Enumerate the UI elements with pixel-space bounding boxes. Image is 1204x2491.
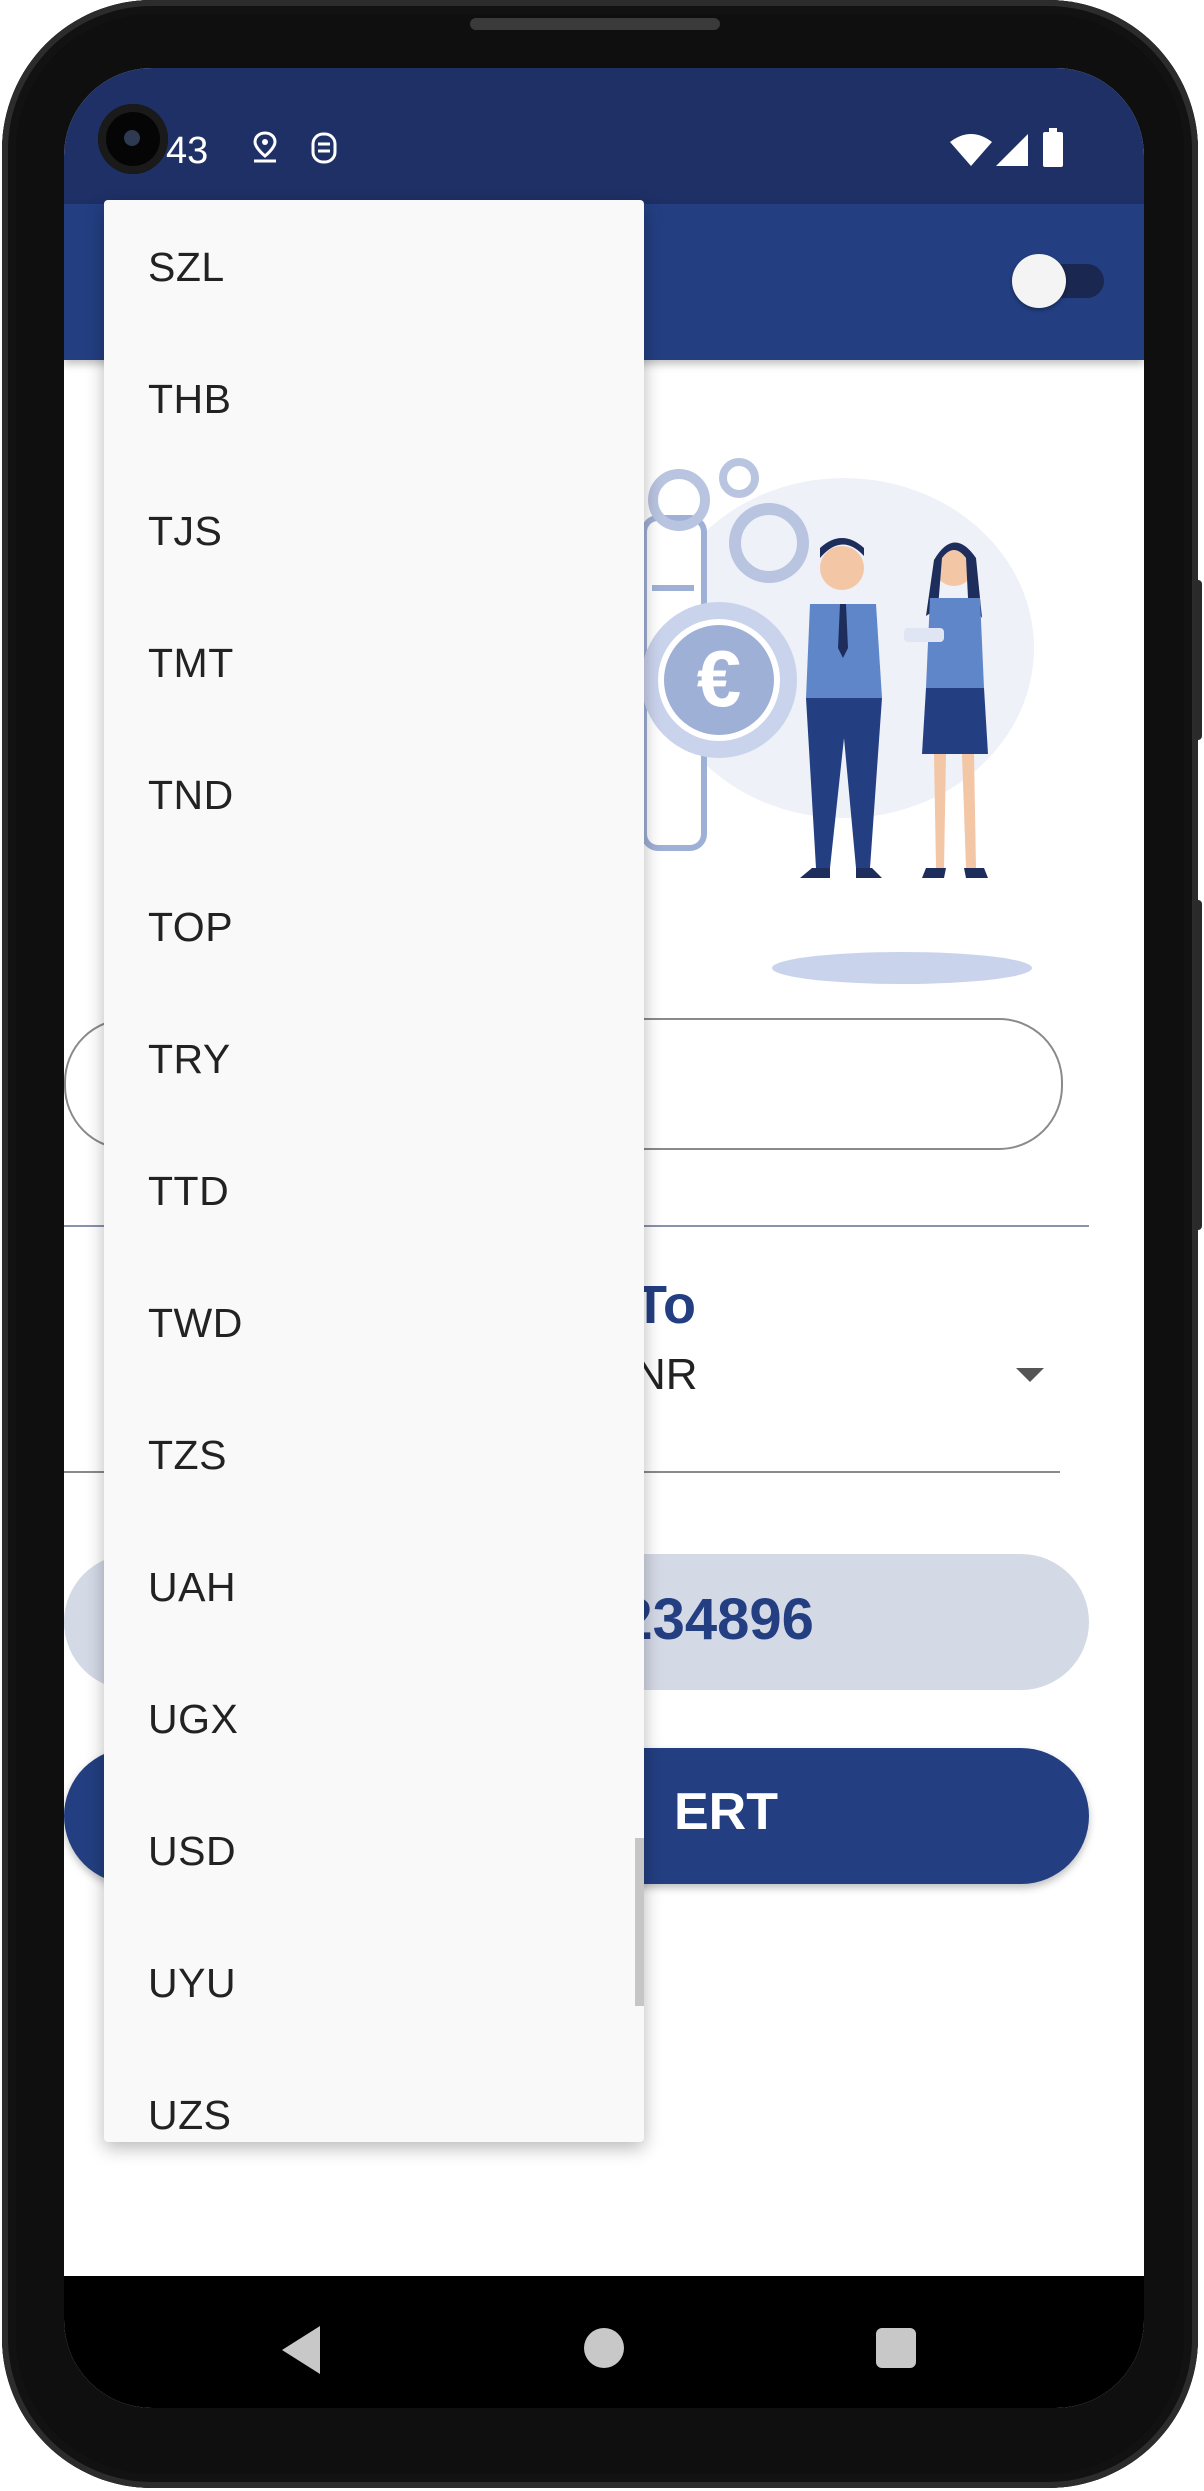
dropdown-item-label: THB [148, 376, 232, 422]
dropdown-item-tzs[interactable]: TZS [104, 1388, 644, 1520]
dropdown-scrollbar[interactable] [635, 1838, 644, 2006]
dropdown-item-label: TWD [148, 1300, 243, 1346]
dropdown-item-label: UZS [148, 2092, 232, 2138]
back-icon[interactable] [282, 2326, 320, 2374]
status-bar: 43 [64, 68, 1144, 204]
phone-frame: 43 onvertor [2, 0, 1202, 2488]
dropdown-item-tjs[interactable]: TJS [104, 464, 644, 596]
battery-icon [1043, 128, 1063, 167]
navigation-bar [64, 2276, 1144, 2408]
svg-text:€: € [697, 634, 742, 723]
dropdown-item-tnd[interactable]: TND [104, 728, 644, 860]
location-icon [253, 131, 277, 163]
dropdown-item-label: UYU [148, 1960, 237, 2006]
dropdown-item-label: UGX [148, 1696, 239, 1742]
dropdown-item-usd[interactable]: USD [104, 1784, 644, 1916]
dropdown-item-label: TJS [148, 508, 223, 554]
front-camera [98, 104, 168, 174]
wifi-icon [950, 134, 992, 166]
dropdown-item-label: TMT [148, 640, 234, 686]
dropdown-item-label: TND [148, 772, 234, 818]
dropdown-arrow-icon [1016, 1368, 1044, 1382]
currency-exchange-illustration: € [641, 458, 1034, 984]
dropdown-item-label: TZS [148, 1432, 227, 1478]
dropdown-item-thb[interactable]: THB [104, 332, 644, 464]
currency-dropdown-list[interactable]: SZL THB TJS TMT TND TOP TRY TTD TWD TZS … [104, 200, 644, 2142]
theme-toggle[interactable] [1012, 254, 1104, 308]
signal-icon [996, 134, 1028, 166]
dropdown-item-uyu[interactable]: UYU [104, 1916, 644, 2048]
dropdown-item-ugx[interactable]: UGX [104, 1652, 644, 1784]
toggle-thumb [1012, 254, 1066, 308]
dropdown-item-label: UAH [148, 1564, 237, 1610]
status-time: 43 [166, 130, 209, 172]
dropdown-item-label: TOP [148, 904, 234, 950]
data-saver-icon [311, 132, 337, 164]
dropdown-item-tmt[interactable]: TMT [104, 596, 644, 728]
dropdown-item-twd[interactable]: TWD [104, 1256, 644, 1388]
dropdown-item-label: TTD [148, 1168, 230, 1214]
to-currency-select[interactable]: NR [604, 1330, 1060, 1410]
convert-button-label: ERT [674, 1783, 778, 1841]
dropdown-item-try[interactable]: TRY [104, 992, 644, 1124]
recents-icon[interactable] [876, 2328, 916, 2368]
volume-button [1194, 580, 1202, 740]
dropdown-item-ttd[interactable]: TTD [104, 1124, 644, 1256]
dropdown-item-uah[interactable]: UAH [104, 1520, 644, 1652]
dropdown-item-szl[interactable]: SZL [104, 200, 644, 332]
dropdown-item-label: USD [148, 1828, 237, 1874]
dropdown-item-uzs[interactable]: UZS [104, 2048, 644, 2142]
power-button [1194, 900, 1202, 1230]
screen: 43 onvertor [64, 68, 1144, 2408]
dropdown-item-label: SZL [148, 244, 225, 290]
home-icon[interactable] [584, 2328, 624, 2368]
dropdown-item-label: TRY [148, 1036, 231, 1082]
earpiece-speaker [470, 18, 720, 30]
dropdown-item-top[interactable]: TOP [104, 860, 644, 992]
